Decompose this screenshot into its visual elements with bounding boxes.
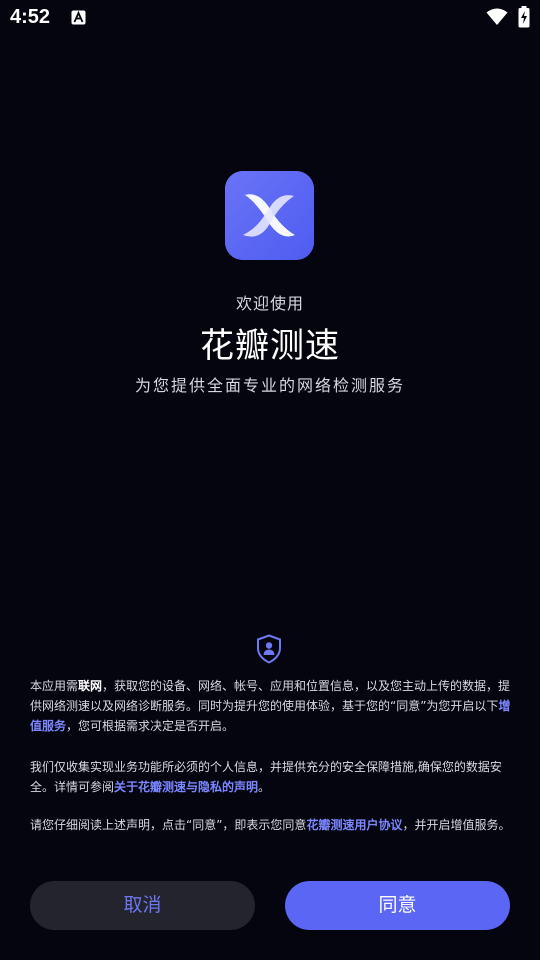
welcome-text: 欢迎使用 [235, 294, 304, 313]
cancel-button[interactable]: 取消 [30, 881, 255, 930]
agree-button[interactable]: 同意 [285, 881, 510, 930]
privacy-paragraph-2: 我们仅收集实现业务功能所必须的个人信息，并提供充分的安全保障措施,确保您的数据安… [30, 757, 514, 797]
a-notification-icon [71, 10, 86, 25]
app-tagline: 为您提供全面专业的网络检测服务 [134, 376, 405, 395]
p2-text-end: 。 [258, 780, 271, 794]
network-required-label: 联网 [78, 679, 103, 693]
p1-text-mid: ，获取您的设备、网络、帐号、应用和位置信息，以及您主动上传的数据，提供网络测速以… [30, 679, 511, 713]
battery-charging-icon [518, 6, 530, 28]
shield-user-icon [257, 634, 281, 664]
p1-text-end: ，您可根据需求决定是否开启。 [66, 719, 235, 733]
user-agreement-link[interactable]: 花瓣测速用户协议 [306, 818, 402, 832]
privacy-paragraph-1: 本应用需联网，获取您的设备、网络、帐号、应用和位置信息，以及您主动上传的数据，提… [30, 676, 514, 736]
app-name-title: 花瓣测速 [200, 326, 340, 366]
p1-text: 本应用需 [30, 679, 79, 693]
app-logo-icon [225, 171, 314, 260]
status-bar: 4:52 [0, 0, 540, 36]
p3-text-end: ，并开启增值服务。 [402, 818, 511, 832]
p3-text: 请您仔细阅读上述声明，点击“同意”，即表示您同意 [30, 818, 307, 832]
privacy-statement-link[interactable]: 关于花瓣测速与隐私的声明 [114, 780, 258, 794]
wifi-icon [486, 8, 508, 25]
status-time: 4:52 [10, 6, 51, 28]
privacy-paragraph-3: 请您仔细阅读上述声明，点击“同意”，即表示您同意花瓣测速用户协议，并开启增值服务… [30, 815, 514, 835]
